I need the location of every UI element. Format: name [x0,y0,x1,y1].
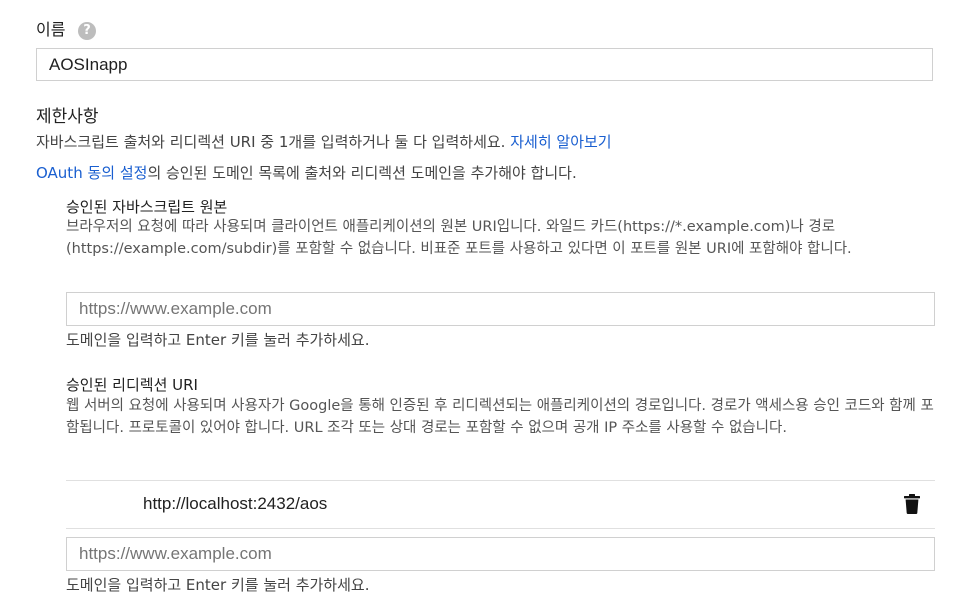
restrictions-desc-text: 자바스크립트 출처와 리디렉션 URI 중 1개를 입력하거나 둘 다 입력하세… [36,133,511,151]
name-input[interactable] [36,48,933,81]
name-label: 이름 [36,20,66,39]
js-origins-description: 브라우저의 요청에 따라 사용되며 클라이언트 애플리케이션의 원본 URI입니… [66,219,852,257]
redirect-uris-title: 승인된 리디렉션 URI [66,376,198,394]
restrictions-title: 제한사항 [36,107,99,127]
js-origin-hint: 도메인을 입력하고 Enter 키를 눌러 추가하세요. [66,331,370,349]
redirect-uri-input[interactable] [66,537,935,571]
oauth-consent-link[interactable]: OAuth 동의 설정 [36,164,147,182]
oauth-notice: OAuth 동의 설정의 승인된 도메인 목록에 출처와 리디렉션 도메인을 추… [36,163,577,183]
question-mark-icon[interactable]: ? [78,22,96,40]
restrictions-description: 자바스크립트 출처와 리디렉션 URI 중 1개를 입력하거나 둘 다 입력하세… [36,132,612,152]
redirect-uri-hint: 도메인을 입력하고 Enter 키를 눌러 추가하세요. [66,576,370,594]
js-origin-input[interactable] [66,292,935,326]
redirect-uri-value: http://localhost:2432/aos [143,494,328,513]
learn-more-link[interactable]: 자세히 알아보기 [510,133,611,151]
trash-icon[interactable] [903,494,921,514]
oauth-notice-text: 의 승인된 도메인 목록에 출처와 리디렉션 도메인을 추가해야 합니다. [147,164,577,182]
redirect-uris-description: 웹 서버의 요청에 사용되며 사용자가 Google을 통해 인증된 후 리디렉… [66,398,934,436]
redirect-uri-row: http://localhost:2432/aos [66,480,935,529]
js-origins-title: 승인된 자바스크립트 원본 [66,198,228,216]
